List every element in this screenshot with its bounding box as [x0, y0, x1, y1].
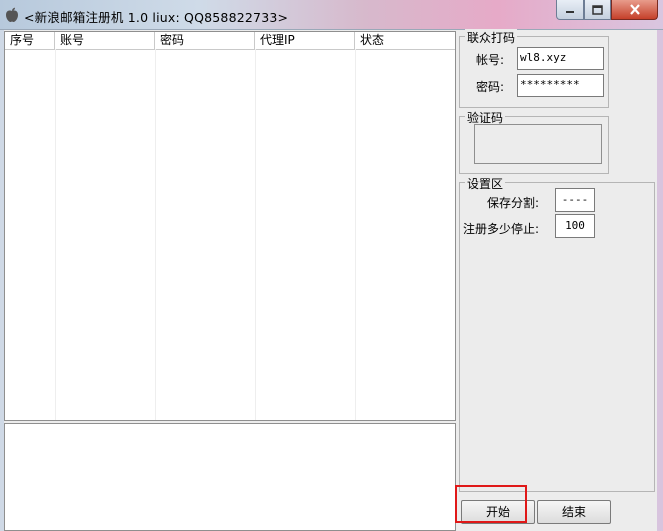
grid-line	[55, 49, 56, 420]
apple-icon	[6, 7, 18, 22]
close-icon	[629, 4, 640, 15]
account-list-table[interactable]: 序号 账号 密码 代理IP 状态	[4, 31, 456, 421]
table-header: 序号 账号 密码 代理IP 状态	[5, 32, 455, 50]
end-button[interactable]: 结束	[537, 500, 611, 524]
log-textarea[interactable]	[4, 423, 456, 531]
stop-count-label: 注册多少停止:	[463, 222, 540, 236]
dama-password-input[interactable]: *********	[517, 74, 604, 97]
start-button-highlight	[455, 485, 527, 523]
grid-line	[155, 49, 156, 420]
minimize-icon	[566, 10, 574, 13]
dama-group-label: 联众打码	[465, 29, 518, 46]
dama-account-input[interactable]: wl8.xyz	[517, 47, 604, 70]
close-button[interactable]	[611, 0, 658, 20]
column-header-index[interactable]: 序号	[5, 32, 55, 49]
window-title: <新浪邮箱注册机 1.0 liux: QQ858822733>	[24, 10, 289, 25]
settings-group-label: 设置区	[465, 175, 506, 192]
maximize-button[interactable]	[584, 0, 611, 20]
column-header-password[interactable]: 密码	[155, 32, 255, 49]
column-header-proxy-ip[interactable]: 代理IP	[255, 32, 355, 49]
dama-password-label: 密码:	[476, 80, 505, 94]
minimize-button[interactable]	[556, 0, 584, 20]
separator-label: 保存分割:	[487, 196, 540, 210]
column-header-account[interactable]: 账号	[55, 32, 155, 49]
maximize-icon	[592, 4, 603, 15]
separator-input[interactable]: ----	[555, 188, 595, 212]
column-header-status[interactable]: 状态	[355, 32, 455, 49]
title-bar[interactable]: <新浪邮箱注册机 1.0 liux: QQ858822733>	[0, 0, 663, 30]
grid-line	[355, 49, 356, 420]
grid-line	[255, 49, 256, 420]
window-frame-right	[657, 30, 663, 531]
captcha-image[interactable]	[474, 124, 602, 164]
stop-count-input[interactable]: 100	[555, 214, 595, 238]
dama-account-label: 帐号:	[476, 53, 505, 67]
